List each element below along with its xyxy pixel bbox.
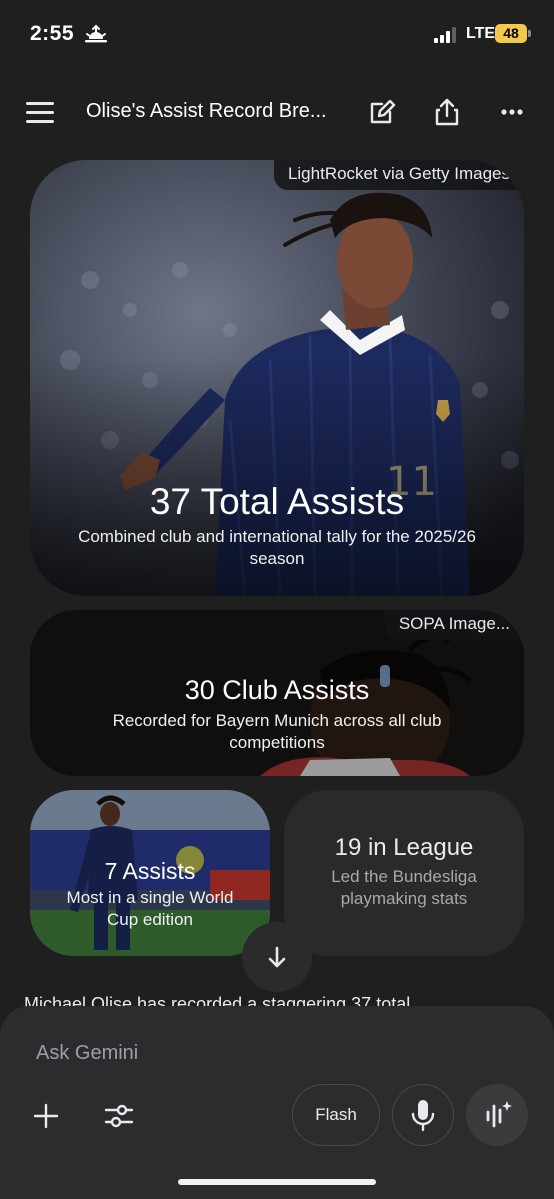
status-time: 2:55 [30, 22, 75, 45]
stat-card-world-cup-assists[interactable]: 7 Assists Most in a single World Cup edi… [30, 790, 270, 956]
image-credit: SOPA Image... [384, 610, 524, 640]
card-headline: 37 Total Assists [149, 481, 405, 522]
image-credit: LightRocket via Getty Images [273, 160, 524, 190]
card-subtitle: Recorded for Bayern Munich across all cl… [112, 711, 442, 752]
card-text-block: 30 Club Assists Recorded for Bayern Muni… [30, 674, 524, 754]
tools-icon[interactable] [102, 1100, 136, 1132]
menu-icon-line [26, 111, 54, 114]
prompt-input-sheet: Ask Gemini Flash [0, 1006, 554, 1199]
live-mode-button[interactable] [466, 1084, 528, 1146]
prompt-input[interactable]: Ask Gemini [36, 1042, 138, 1065]
card-text-block: 7 Assists Most in a single World Cup edi… [30, 858, 270, 931]
page-title: Olise's Assist Record Bre... [86, 100, 327, 122]
network-label: LTE [466, 25, 496, 42]
menu-icon-line [26, 120, 54, 123]
status-bar: 2:55 LTE 48 [0, 0, 554, 70]
signal-icon [434, 27, 456, 43]
model-selector-button[interactable]: Flash [292, 1084, 380, 1146]
card-headline: 30 Club Assists [184, 675, 370, 705]
card-subtitle: Led the Bundesliga playmaking stats [331, 867, 477, 908]
edit-icon[interactable] [366, 96, 398, 128]
card-subtitle: Most in a single World Cup edition [66, 888, 234, 929]
sunrise-icon [85, 24, 107, 43]
add-icon[interactable] [30, 1100, 62, 1132]
live-waveform-icon [486, 1101, 512, 1128]
arrow-down-icon [268, 946, 286, 968]
card-subtitle: Combined club and international tally fo… [78, 527, 476, 568]
card-headline: 7 Assists [104, 858, 196, 884]
battery-tip [528, 30, 531, 37]
card-headline: 19 in League [334, 834, 474, 861]
battery-indicator: 48 [495, 24, 527, 43]
microphone-button[interactable] [392, 1084, 454, 1146]
microphone-icon [411, 1100, 435, 1132]
stat-card-club-assists[interactable]: SOPA Image... 30 Club Assists Recorded f… [30, 610, 524, 776]
card-text-block: 37 Total Assists Combined club and inter… [30, 482, 524, 570]
share-icon[interactable] [431, 96, 463, 128]
more-options-icon[interactable] [496, 96, 528, 128]
stat-card-league-assists[interactable]: 19 in League Led the Bundesliga playmaki… [284, 790, 524, 956]
stat-card-total-assists[interactable]: 11 LightRocket via Getty Images 37 Total… [30, 160, 524, 596]
home-indicator [178, 1179, 376, 1185]
menu-button[interactable] [26, 100, 56, 124]
menu-icon-line [26, 102, 54, 105]
top-app-bar: Olise's Assist Record Bre... [0, 82, 554, 142]
card-text-block: 19 in League Led the Bundesliga playmaki… [284, 834, 524, 910]
scroll-down-button[interactable] [242, 922, 312, 992]
